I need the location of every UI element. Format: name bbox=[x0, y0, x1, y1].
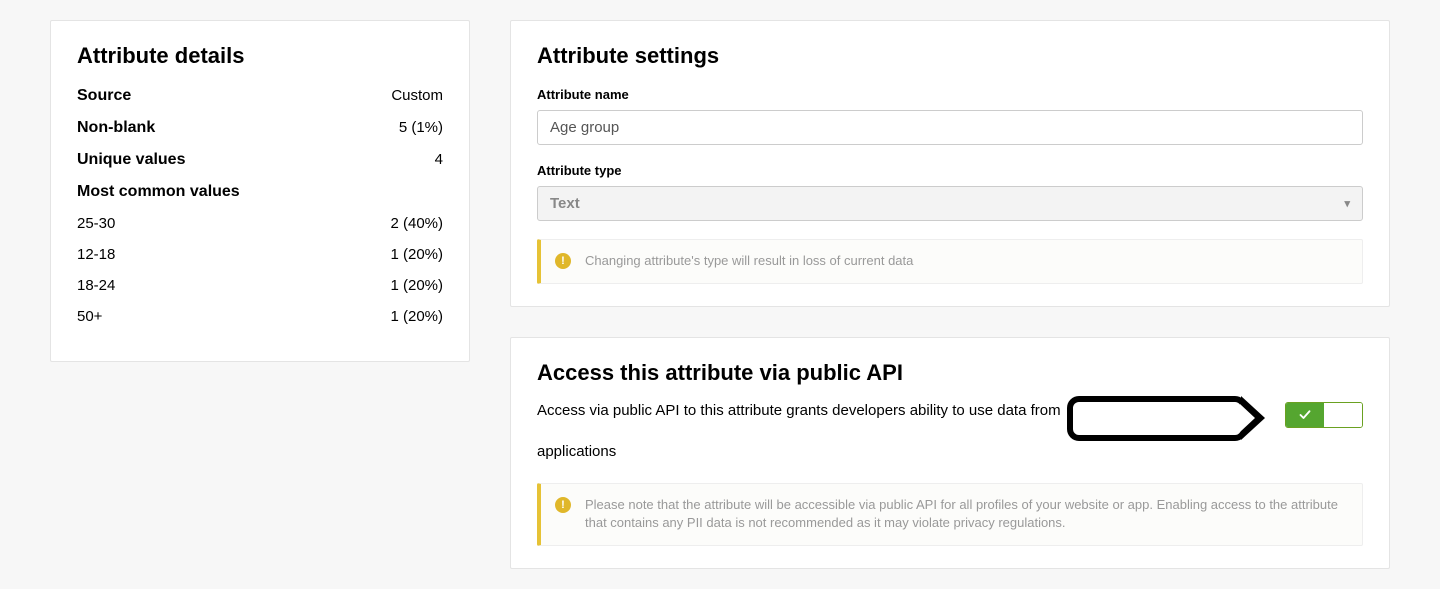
type-change-warning: ! Changing attribute's type will result … bbox=[537, 239, 1363, 284]
attribute-type-label: Attribute type bbox=[537, 163, 1363, 178]
details-nonblank-row: Non-blank 5 (1%) bbox=[77, 119, 443, 137]
attribute-type-select[interactable]: Text ▾ bbox=[537, 186, 1363, 221]
common-value-label: 25-30 bbox=[77, 215, 115, 232]
details-heading: Attribute details bbox=[77, 43, 443, 69]
common-values-heading: Most common values bbox=[77, 183, 443, 201]
api-warning-text: Please note that the attribute will be a… bbox=[585, 496, 1348, 534]
unique-value: 4 bbox=[435, 151, 443, 168]
unique-label: Unique values bbox=[77, 151, 185, 169]
common-value-label: 50+ bbox=[77, 308, 102, 325]
api-description: Access via public API to this attribute … bbox=[537, 400, 1265, 463]
toggle-off-side bbox=[1324, 403, 1362, 427]
toggle-on-side bbox=[1286, 403, 1324, 427]
common-value-row: 12-18 1 (20%) bbox=[77, 246, 443, 263]
type-warning-text: Changing attribute's type will result in… bbox=[585, 252, 913, 271]
common-value-count: 1 (20%) bbox=[390, 308, 443, 325]
api-pii-warning: ! Please note that the attribute will be… bbox=[537, 483, 1363, 547]
api-access-toggle[interactable] bbox=[1285, 402, 1363, 428]
common-value-row: 25-30 2 (40%) bbox=[77, 215, 443, 232]
source-label: Source bbox=[77, 87, 131, 105]
details-unique-row: Unique values 4 bbox=[77, 151, 443, 169]
details-source-row: Source Custom bbox=[77, 87, 443, 105]
api-heading: Access this attribute via public API bbox=[537, 360, 1363, 386]
check-icon bbox=[1299, 409, 1311, 421]
common-value-count: 1 (20%) bbox=[390, 277, 443, 294]
attribute-name-label: Attribute name bbox=[537, 87, 1363, 102]
exclamation-icon: ! bbox=[555, 497, 571, 513]
redacted-annotation-icon bbox=[1067, 396, 1247, 441]
common-value-label: 18-24 bbox=[77, 277, 115, 294]
attribute-settings-card: Attribute settings Attribute name Attrib… bbox=[510, 20, 1390, 307]
api-desc-prefix: Access via public API to this attribute … bbox=[537, 400, 1061, 422]
common-value-label: 12-18 bbox=[77, 246, 115, 263]
attribute-type-value: Text bbox=[550, 195, 580, 212]
api-access-card: Access this attribute via public API Acc… bbox=[510, 337, 1390, 569]
common-value-row: 18-24 1 (20%) bbox=[77, 277, 443, 294]
common-value-row: 50+ 1 (20%) bbox=[77, 308, 443, 325]
settings-heading: Attribute settings bbox=[537, 43, 1363, 69]
attribute-details-card: Attribute details Source Custom Non-blan… bbox=[50, 20, 470, 362]
attribute-name-input[interactable] bbox=[537, 110, 1363, 145]
common-value-count: 1 (20%) bbox=[390, 246, 443, 263]
source-value: Custom bbox=[391, 87, 443, 104]
chevron-down-icon: ▾ bbox=[1344, 197, 1350, 210]
exclamation-icon: ! bbox=[555, 253, 571, 269]
common-value-count: 2 (40%) bbox=[390, 215, 443, 232]
nonblank-label: Non-blank bbox=[77, 119, 155, 137]
nonblank-value: 5 (1%) bbox=[399, 119, 443, 136]
api-desc-suffix: applications bbox=[537, 441, 616, 463]
